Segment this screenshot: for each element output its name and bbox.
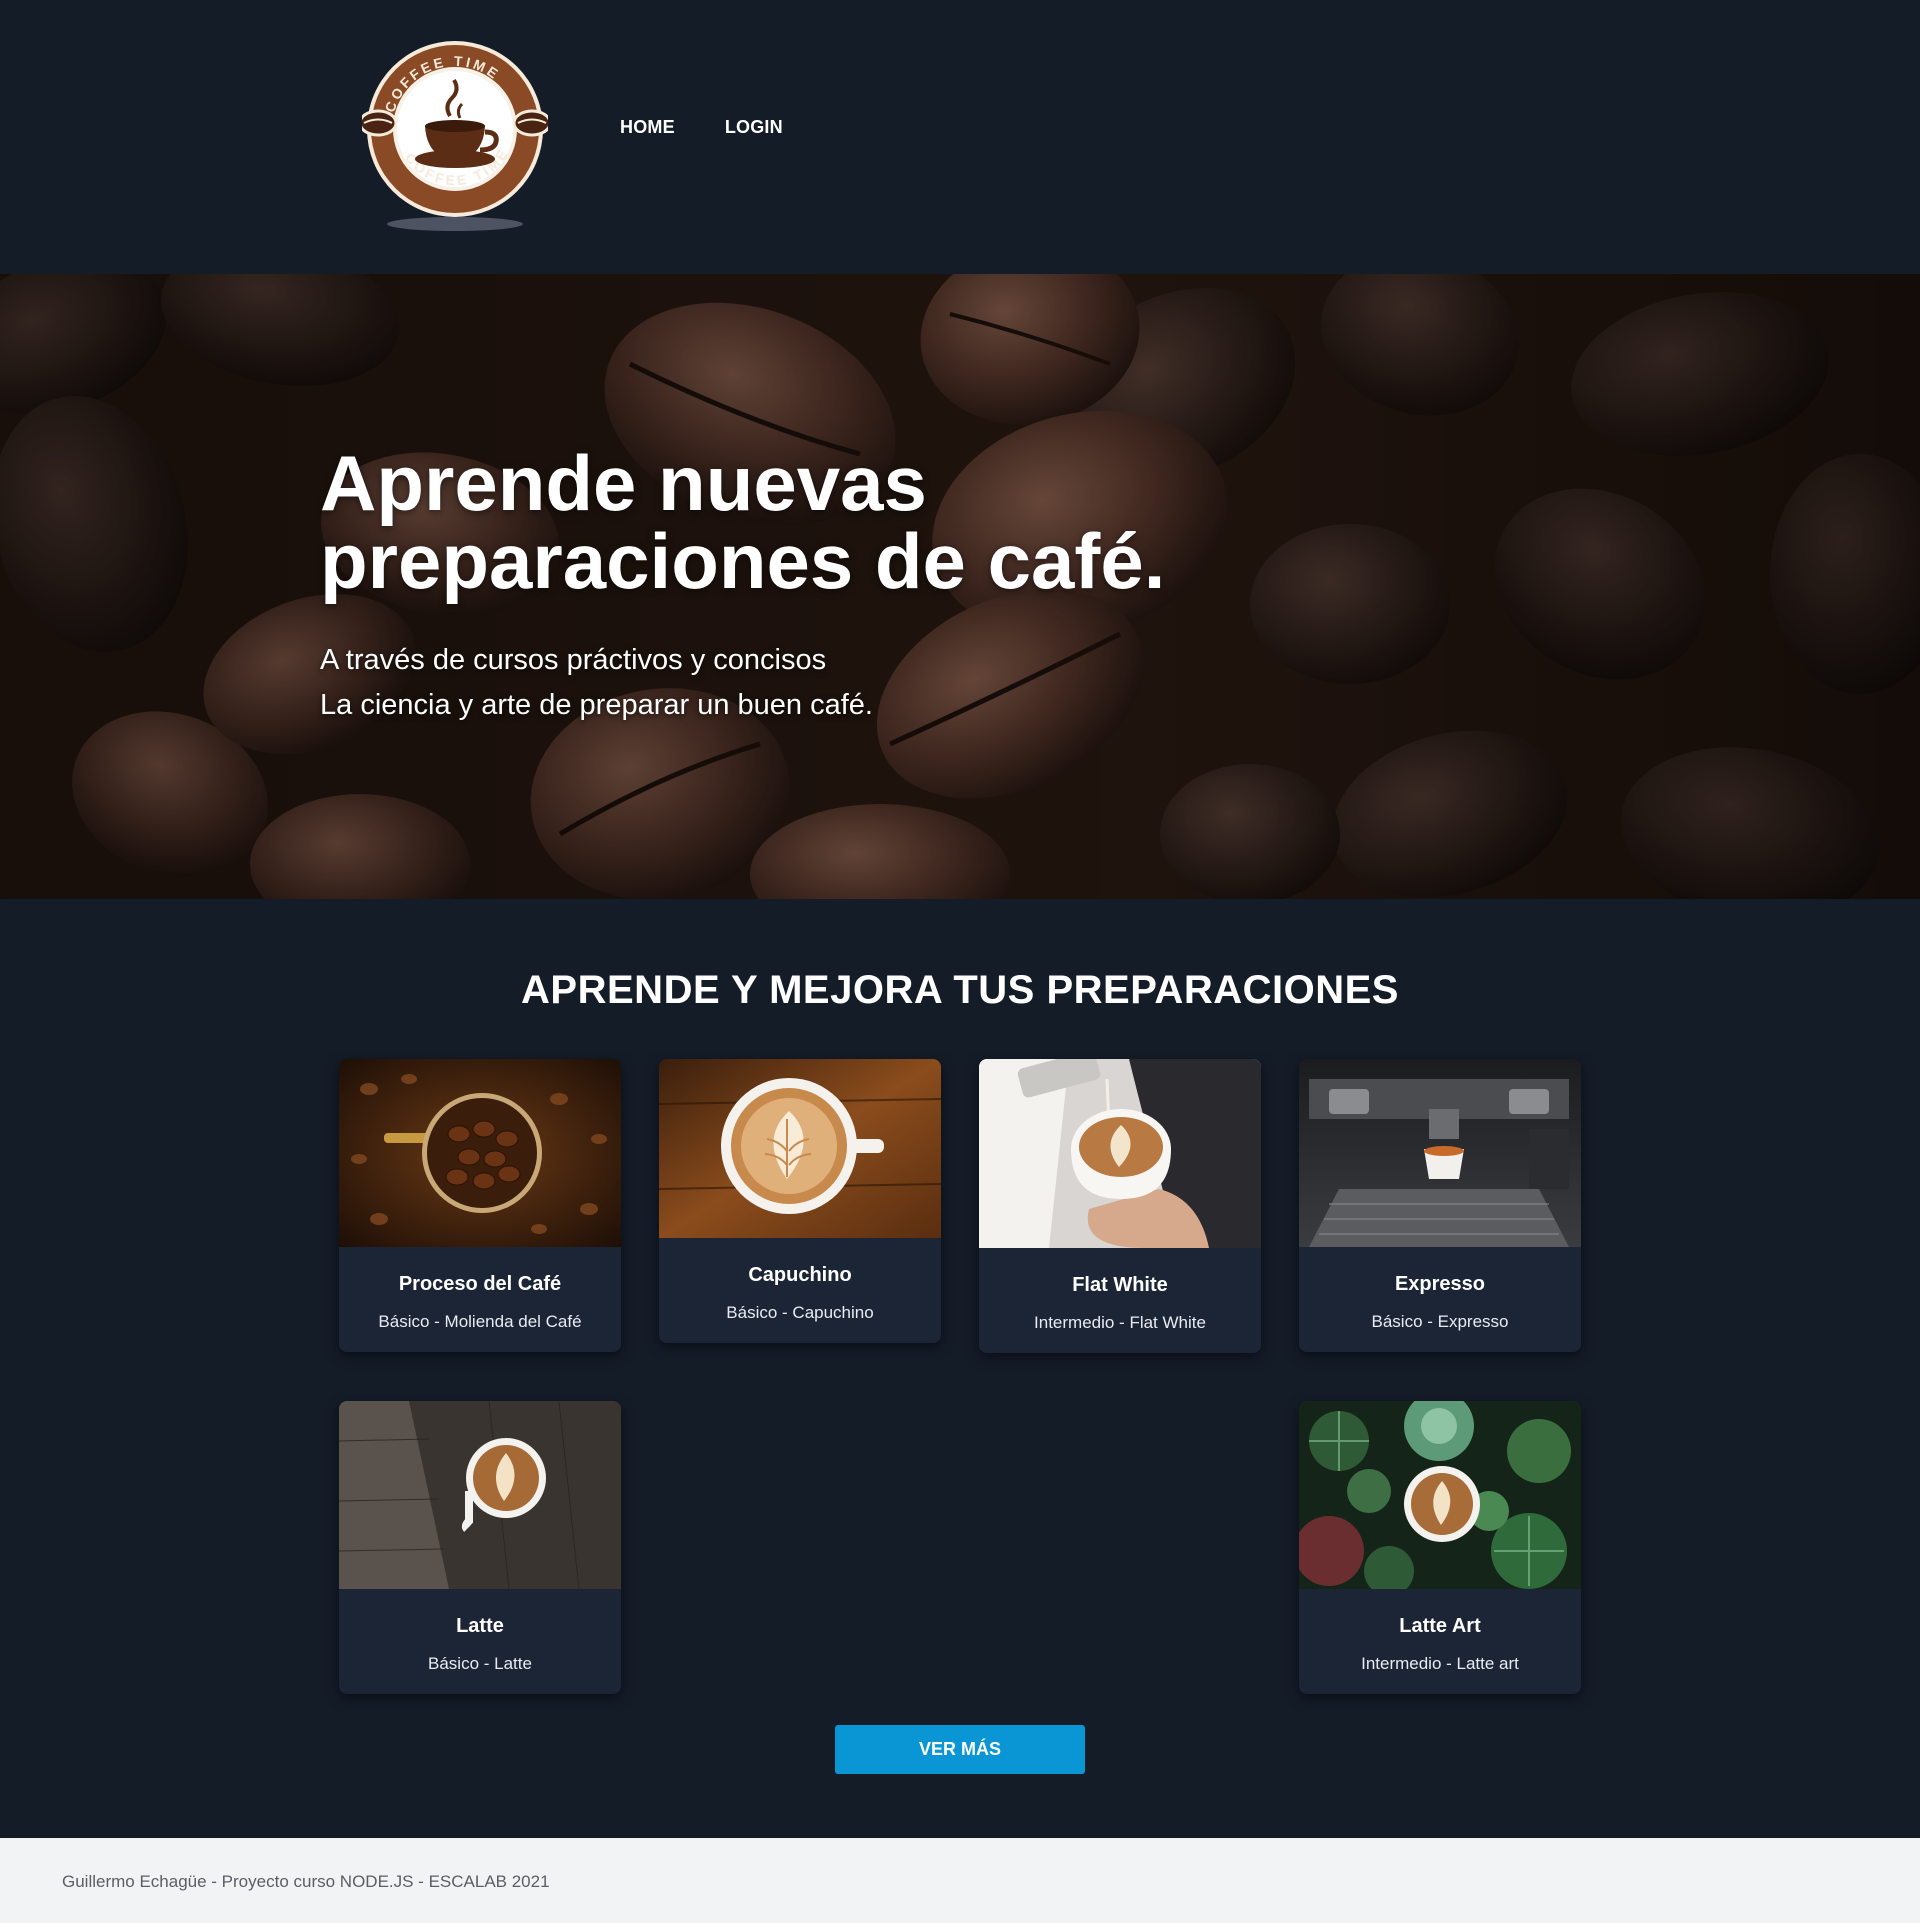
course-card-latte-art[interactable]: Latte Art Intermedio - Latte art	[1299, 1401, 1581, 1694]
card-title: Expresso	[1394, 1273, 1486, 1295]
hero-title-line1: Aprende nuevas	[320, 439, 927, 527]
hero-subtitle: A través de cursos práctivos y concisos …	[320, 638, 1320, 728]
card-subtitle: Intermedio - Latte art	[1361, 1654, 1519, 1673]
course-card-latte[interactable]: Latte Básico - Latte	[339, 1401, 621, 1694]
hero-title: Aprende nuevas preparaciones de café.	[320, 444, 1320, 600]
course-card-proceso-del-cafe[interactable]: Proceso del Café Básico - Molienda del C…	[339, 1059, 621, 1352]
hero-banner: Aprende nuevas preparaciones de café. A …	[0, 274, 1920, 899]
card-subtitle: Intermedio - Flat White	[1034, 1313, 1206, 1332]
card-title: Latte	[456, 1615, 504, 1637]
capuchino-photo	[659, 1059, 941, 1238]
coffee-time-logo[interactable]: COFFEE TIME COFFEE TIME	[362, 36, 548, 236]
card-subtitle: Básico - Expresso	[1371, 1312, 1509, 1331]
hero-subtitle-line1: A través de cursos práctivos y concisos	[320, 644, 827, 676]
nav-login-link[interactable]: LOGIN	[725, 117, 783, 138]
course-card-capuchino[interactable]: Capuchino Básico - Capuchino	[659, 1059, 941, 1343]
footer-text: Guillermo Echagüe - Proyecto curso NODE.…	[62, 1872, 550, 1891]
course-card-flat-white[interactable]: Flat White Intermedio - Flat White	[979, 1059, 1261, 1353]
hero-subtitle-line2: La ciencia y arte de preparar un buen ca…	[320, 689, 873, 721]
section-title: APRENDE Y MEJORA TUS PREPARACIONES	[521, 968, 1399, 1012]
card-subtitle: Básico - Capuchino	[726, 1303, 874, 1322]
latte-photo	[339, 1401, 621, 1589]
nav-home-link[interactable]: HOME	[620, 117, 675, 138]
course-card-expresso[interactable]: Expresso Básico - Expresso	[1299, 1059, 1581, 1352]
latte-art-succulents-photo	[1299, 1401, 1581, 1589]
hero-title-line2: preparaciones de café.	[320, 517, 1166, 605]
ver-mas-button[interactable]: VER MÁS	[835, 1725, 1085, 1774]
site-header: COFFEE TIME COFFEE TIME HOME LOGIN	[0, 0, 1920, 274]
card-subtitle: Básico - Latte	[428, 1654, 532, 1673]
espresso-machine-photo	[1299, 1059, 1581, 1247]
card-title: Latte Art	[1399, 1615, 1481, 1637]
card-title: Flat White	[1072, 1274, 1168, 1296]
coffee-beans-cup-photo	[339, 1059, 621, 1247]
hero-text: Aprende nuevas preparaciones de café. A …	[320, 444, 1320, 728]
card-subtitle: Básico - Molienda del Café	[378, 1312, 582, 1331]
card-title: Proceso del Café	[398, 1273, 562, 1295]
card-title: Capuchino	[748, 1264, 852, 1286]
main-nav: HOME LOGIN	[620, 117, 783, 138]
flat-white-photo	[979, 1059, 1261, 1248]
site-footer: Guillermo Echagüe - Proyecto curso NODE.…	[0, 1838, 1920, 1923]
